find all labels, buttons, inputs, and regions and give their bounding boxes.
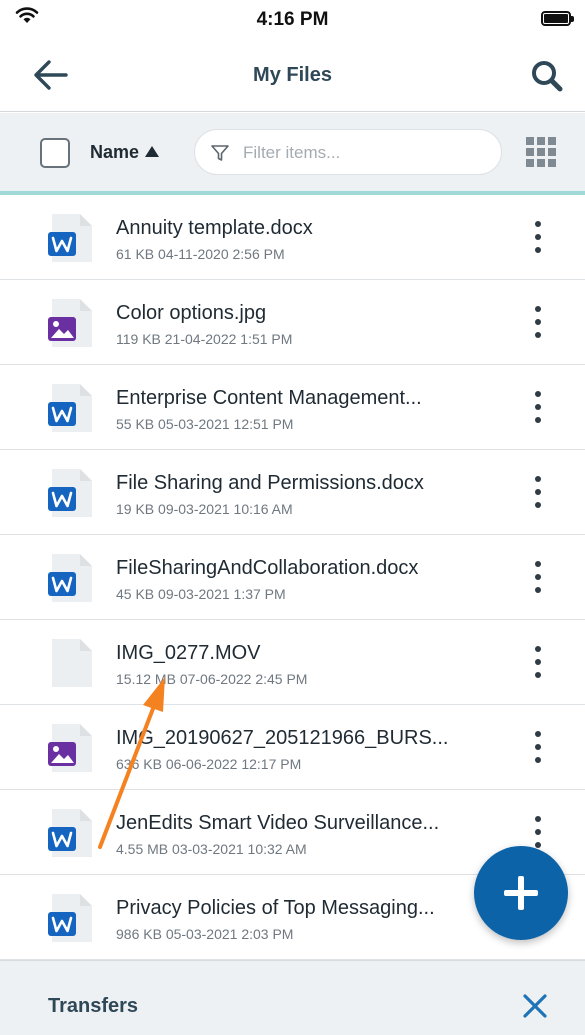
file-name: FileSharingAndCollaboration.docx	[116, 557, 419, 579]
word-doc-icon	[48, 382, 96, 434]
file-row[interactable]: Annuity template.docx 61 KB 04-11-2020 2:…	[0, 195, 585, 280]
file-row[interactable]: FileSharingAndCollaboration.docx 45 KB 09…	[0, 535, 585, 620]
grid-view-icon[interactable]	[526, 137, 557, 168]
search-icon[interactable]	[529, 58, 565, 94]
file-meta: 636 KB 06-06-2022 12:17 PM	[116, 756, 302, 772]
transfers-bar[interactable]: Transfers	[0, 960, 585, 1035]
file-meta: 4.55 MB 03-03-2021 10:32 AM	[116, 841, 307, 857]
file-row[interactable]: Color options.jpg 119 KB 21-04-2022 1:51 …	[0, 280, 585, 365]
file-name: Color options.jpg	[116, 302, 267, 324]
file-name: File Sharing and Permissions.docx	[116, 472, 424, 494]
file-meta: 61 KB 04-11-2020 2:56 PM	[116, 246, 285, 262]
file-name: JenEdits Smart Video Surveillance...	[116, 812, 440, 834]
sort-ascending-icon	[145, 146, 160, 157]
sort-by-name-button[interactable]: Name	[90, 142, 160, 163]
filter-placeholder: Filter items...	[243, 143, 341, 162]
file-meta: 19 KB 09-03-2021 10:16 AM	[116, 501, 293, 517]
file-meta: 119 KB 21-04-2022 1:51 PM	[116, 331, 293, 347]
sort-label: Name	[90, 142, 140, 162]
word-doc-icon	[48, 467, 96, 519]
word-doc-icon	[48, 807, 96, 859]
file-name: IMG_0277.MOV	[116, 642, 261, 664]
nav-header: My Files	[0, 40, 585, 112]
more-options-icon[interactable]	[529, 729, 547, 765]
transfers-label: Transfers	[48, 995, 139, 1017]
word-doc-icon	[48, 552, 96, 604]
page-title: My Files	[253, 64, 332, 86]
my-files-screen: 4:16 PM My Files Name Filter items... An…	[0, 0, 585, 1035]
select-all-checkbox[interactable]	[40, 138, 70, 168]
status-bar: 4:16 PM	[0, 0, 585, 40]
file-row[interactable]: File Sharing and Permissions.docx 19 KB 0…	[0, 450, 585, 535]
battery-icon	[541, 11, 574, 26]
filter-input[interactable]: Filter items...	[194, 129, 502, 175]
more-options-icon[interactable]	[529, 814, 547, 850]
image-file-icon	[48, 722, 96, 774]
list-toolbar: Name Filter items...	[0, 113, 585, 195]
file-row[interactable]: Enterprise Content Management... 55 KB 05…	[0, 365, 585, 450]
file-meta: 55 KB 05-03-2021 12:51 PM	[116, 416, 294, 432]
file-name: Annuity template.docx	[116, 217, 313, 239]
image-file-icon	[48, 297, 96, 349]
file-name: Privacy Policies of Top Messaging...	[116, 897, 435, 919]
file-meta: 986 KB 05-03-2021 2:03 PM	[116, 926, 294, 942]
more-options-icon[interactable]	[529, 474, 547, 510]
more-options-icon[interactable]	[529, 389, 547, 425]
file-meta: 15.12 MB 07-06-2022 2:45 PM	[116, 671, 308, 687]
more-options-icon[interactable]	[529, 219, 547, 255]
word-doc-icon	[48, 212, 96, 264]
file-name: IMG_20190627_205121966_BURS...	[116, 727, 449, 749]
more-options-icon[interactable]	[529, 644, 547, 680]
generic-file-icon	[48, 637, 96, 689]
add-button[interactable]	[474, 846, 568, 940]
close-icon[interactable]	[522, 993, 548, 1019]
file-row[interactable]: IMG_0277.MOV 15.12 MB 07-06-2022 2:45 PM	[0, 620, 585, 705]
more-options-icon[interactable]	[529, 304, 547, 340]
more-options-icon[interactable]	[529, 559, 547, 595]
file-meta: 45 KB 09-03-2021 1:37 PM	[116, 586, 286, 602]
file-row[interactable]: IMG_20190627_205121966_BURS... 636 KB 06-…	[0, 705, 585, 790]
file-name: Enterprise Content Management...	[116, 387, 422, 409]
status-time: 4:16 PM	[256, 9, 329, 30]
word-doc-icon	[48, 892, 96, 944]
filter-icon	[211, 145, 229, 161]
